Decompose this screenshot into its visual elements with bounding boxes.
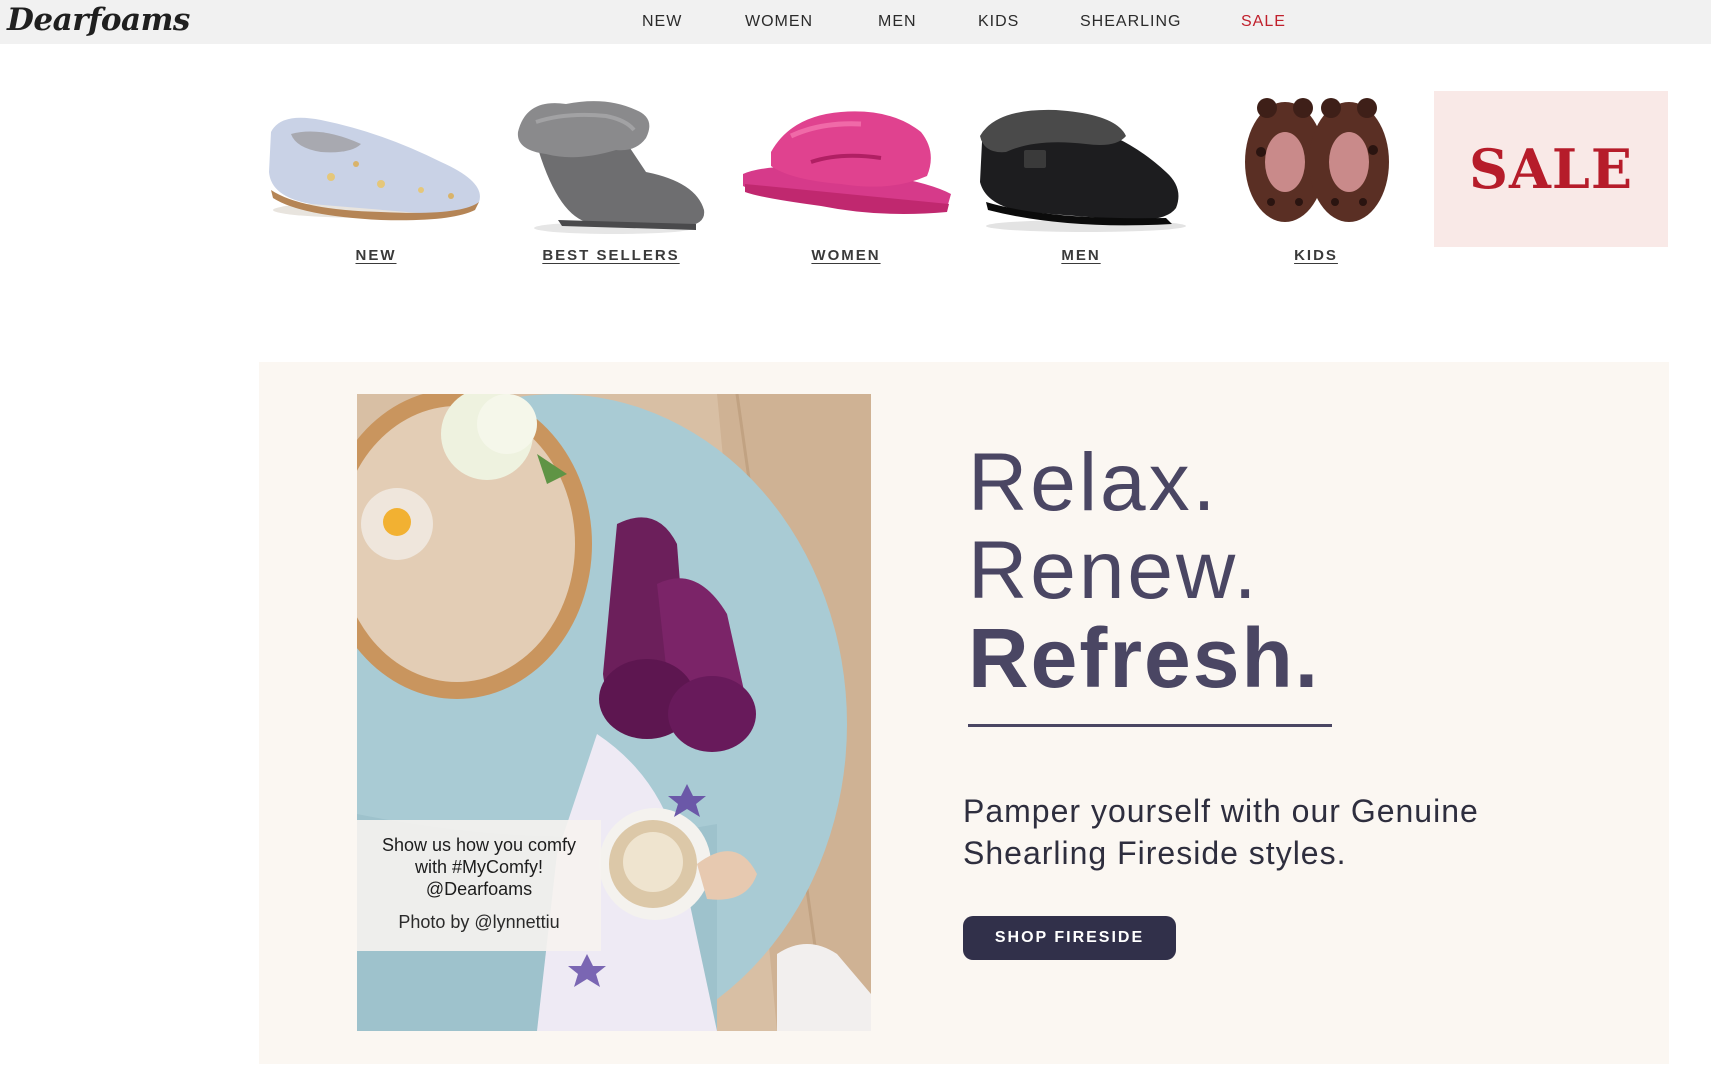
category-label-best-sellers[interactable]: BEST SELLERS [496, 247, 726, 264]
headline-refresh: Refresh. [968, 611, 1321, 705]
photo-caption-overlay: Show us how you comfy with #MyComfy! @De… [357, 820, 601, 951]
pink-fuzzy-slide-image [743, 111, 951, 214]
nav-item-women[interactable]: WOMEN [745, 13, 813, 31]
category-tile-best-sellers[interactable]: BEST SELLERS [496, 92, 726, 272]
nav-item-kids[interactable]: KIDS [978, 13, 1019, 31]
shop-fireside-button[interactable]: SHOP FIRESIDE [963, 916, 1176, 960]
sale-tile[interactable]: SALE [1434, 91, 1668, 247]
leopard-bear-slippers-image [1245, 98, 1389, 222]
headline-relax: Relax. [968, 437, 1219, 528]
category-tile-men[interactable]: MEN [966, 92, 1196, 272]
category-label-men[interactable]: MEN [966, 247, 1196, 264]
gray-shearling-bootie-image [517, 101, 705, 234]
nav-item-new[interactable]: NEW [642, 13, 682, 31]
nav-item-sale[interactable]: SALE [1241, 13, 1286, 31]
sale-tile-text: SALE [1468, 137, 1634, 201]
hero-subtext: Pamper yourself with our Genuine Shearli… [963, 793, 1479, 871]
floral-loafer-slipper-image [269, 117, 480, 221]
caption-photo-credit: Photo by @lynnettiu [398, 912, 560, 932]
headline-divider [968, 724, 1332, 727]
headline-renew: Renew. [968, 525, 1260, 616]
category-tile-kids[interactable]: KIDS [1201, 92, 1431, 272]
black-clog-slipper-image [980, 109, 1186, 232]
nav-item-shearling[interactable]: SHEARLING [1080, 13, 1181, 31]
top-navigation-bar: Dearfoams NEW WOMEN MEN KIDS SHEARLING S… [0, 0, 1711, 44]
nav-item-men[interactable]: MEN [878, 13, 917, 31]
category-label-new[interactable]: NEW [261, 247, 491, 264]
category-tile-women[interactable]: WOMEN [731, 92, 961, 272]
category-tile-new[interactable]: NEW [261, 92, 491, 272]
category-label-kids[interactable]: KIDS [1201, 247, 1431, 264]
caption-mycomfy-text: Show us how you comfy with #MyComfy! @De… [381, 835, 577, 899]
main-nav: NEW WOMEN MEN KIDS SHEARLING SALE [0, 0, 1711, 44]
category-label-women[interactable]: WOMEN [731, 247, 961, 264]
